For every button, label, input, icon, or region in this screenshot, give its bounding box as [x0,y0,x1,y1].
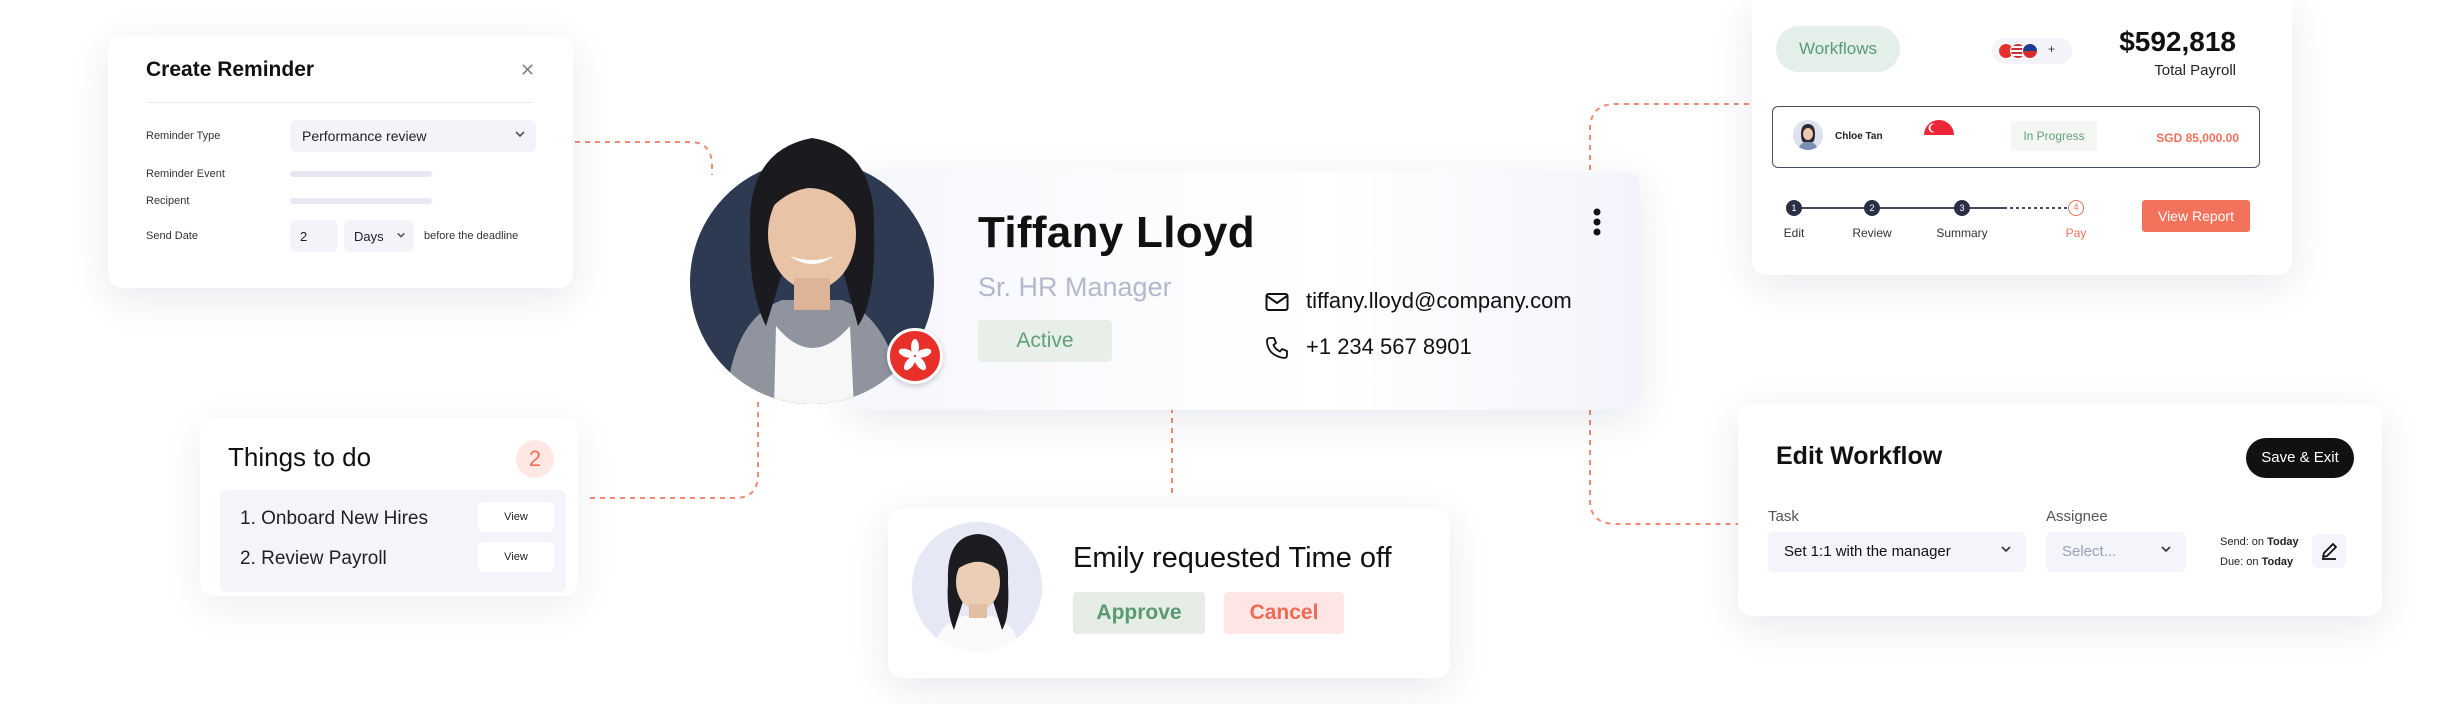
send-unit-value: Days [354,229,384,244]
edit-workflow-title: Edit Workflow [1776,442,1943,470]
assignee-header: Assignee [2046,508,2108,525]
employee-avatar [1793,120,1823,150]
total-payroll-amount: $592,818 [2119,26,2236,57]
chevron-down-icon [514,128,526,140]
reminder-event-label: Reminder Event [146,168,225,180]
phone-icon [1265,336,1289,360]
table-row[interactable]: Chloe Tan In Progress SGD 85,000.00 [1772,106,2260,168]
singapore-flag-icon [1923,119,1955,151]
todo-count-badge: 2 [516,440,554,478]
step-label-review: Review [1852,226,1892,240]
profile-card: Tiffany Lloyd Sr. HR Manager Active tiff… [850,172,1640,410]
recipient-field[interactable] [290,198,432,204]
reminder-event-field[interactable] [290,171,432,177]
time-off-request-card: Emily requested Time off Approve Cancel [888,508,1450,678]
task-header: Task [1768,508,1799,525]
task-select[interactable]: Set 1:1 with the manager [1768,532,2026,572]
send-value: Today [2267,536,2299,548]
chevron-down-icon [396,230,406,240]
progress-stepper: 1 2 3 4 Edit Review Summary Pay [1783,196,2087,256]
step-label-pay: Pay [2065,226,2087,240]
todo-list: 1. Onboard New Hires View 2. Review Payr… [220,490,566,592]
send-date-suffix: before the deadline [424,230,519,242]
employee-name: Chloe Tan [1835,131,1883,142]
send-number-input[interactable]: 2 [290,220,338,252]
due-date: Due: on Today [2220,556,2293,568]
step-2-icon[interactable]: 2 [1864,200,1880,216]
view-report-button[interactable]: View Report [2142,200,2250,232]
reminder-type-select[interactable]: Performance review [290,120,536,152]
send-date-label: Send Date [146,230,198,242]
due-value: Today [2261,556,2294,568]
task-select-value: Set 1:1 with the manager [1784,543,1951,560]
kebab-menu-icon[interactable] [1592,208,1602,236]
more-flags-label: + [2048,42,2056,56]
todo-item-label: 2. Review Payroll [240,548,387,569]
requester-avatar [912,522,1042,652]
recipient-label: Recipent [146,195,190,207]
step-1-icon[interactable]: 1 [1786,200,1802,216]
profile-phone[interactable]: +1 234 567 8901 [1306,334,1472,360]
time-off-message: Emily requested Time off [1073,542,1392,574]
mail-icon [1265,292,1289,312]
approve-button[interactable]: Approve [1073,592,1205,634]
edit-workflow-card: Edit Workflow Save & Exit Task Assignee … [1738,404,2382,616]
step-label-summary: Summary [1936,226,1988,240]
todo-item-label: 1. Onboard New Hires [240,508,428,529]
assignee-placeholder: Select... [2062,543,2117,560]
divider [146,102,534,103]
status-badge: In Progress [2011,121,2097,151]
philippines-flag-icon [2022,43,2038,59]
step-label-edit: Edit [1783,226,1805,240]
profile-role: Sr. HR Manager [978,272,1172,302]
profile-email[interactable]: tiffany.lloyd@company.com [1306,288,1572,314]
save-exit-button[interactable]: Save & Exit [2246,438,2354,478]
step-3-icon[interactable]: 3 [1954,200,1970,216]
workflows-button[interactable]: Workflows [1776,26,1900,72]
chevron-down-icon [2160,543,2172,555]
reminder-type-value: Performance review [302,128,427,144]
list-item: 2. Review Payroll View [220,538,566,578]
create-reminder-title: Create Reminder [146,58,315,81]
things-to-do-card: Things to do 2 1. Onboard New Hires View… [200,418,578,596]
total-payroll-label: Total Payroll [2154,62,2236,79]
step-4-icon[interactable]: 4 [2068,200,2084,216]
payroll-card: Workflows + $592,818 Total Payroll Chloe… [1752,0,2292,275]
chevron-down-icon [2000,543,2012,555]
employee-salary: SGD 85,000.00 [2156,131,2239,145]
list-item: 1. Onboard New Hires View [220,498,566,538]
edit-pencil-icon[interactable] [2312,534,2346,568]
cancel-button[interactable]: Cancel [1224,592,1344,634]
hong-kong-flag-icon [887,328,943,384]
assignee-select[interactable]: Select... [2046,532,2186,572]
status-badge: Active [978,320,1112,362]
country-flags[interactable]: + [1992,38,2072,64]
close-icon[interactable]: ✕ [520,60,535,81]
todo-title: Things to do [228,442,372,472]
send-number-value: 2 [300,229,308,244]
reminder-type-label: Reminder Type [146,130,221,142]
send-date: Send: on Today [2220,536,2299,548]
profile-name: Tiffany Lloyd [978,208,1255,257]
send-label: Send: on [2220,536,2268,548]
view-button[interactable]: View [478,502,554,532]
view-button[interactable]: View [478,542,554,572]
send-unit-select[interactable]: Days [344,220,414,252]
due-label: Due: on [2220,556,2262,568]
